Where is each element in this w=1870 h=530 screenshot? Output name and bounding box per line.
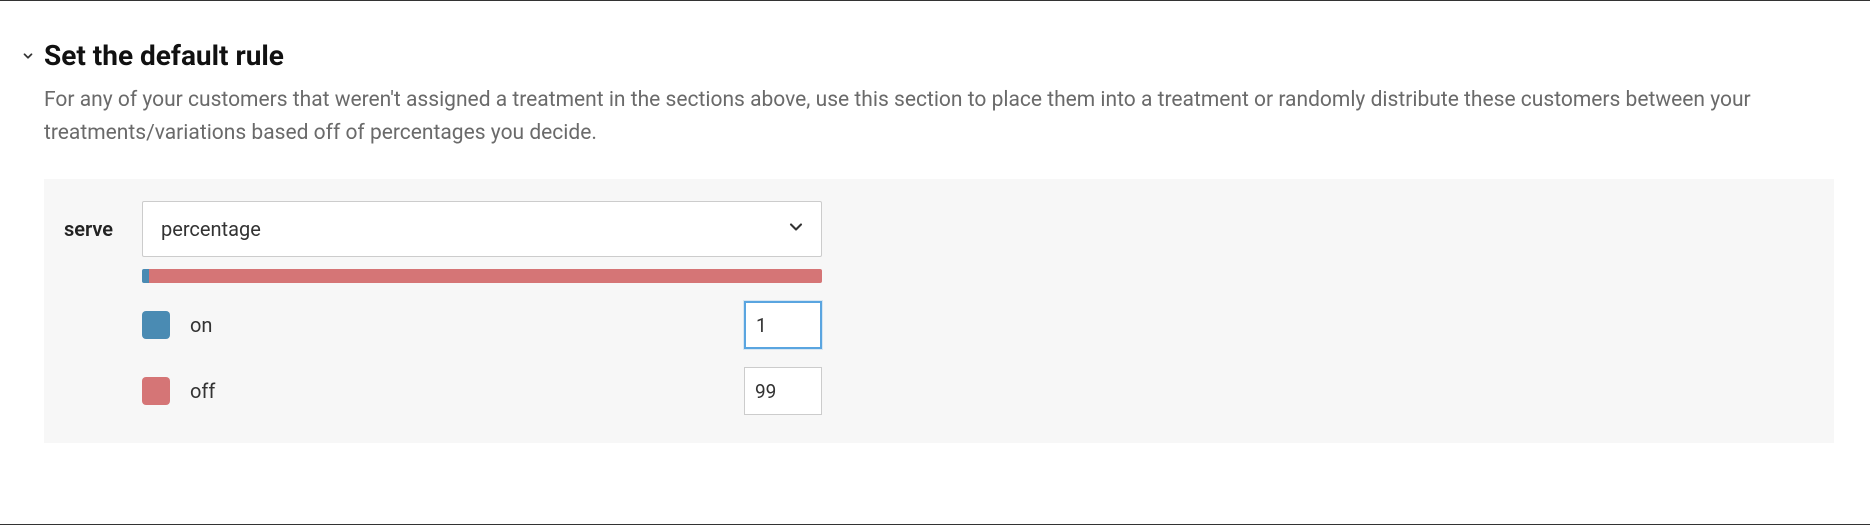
default-rule-section: Set the default rule For any of your cus… — [0, 1, 1870, 443]
serve-select-value: percentage — [161, 217, 261, 241]
serve-select[interactable]: percentage — [142, 201, 822, 257]
treatment-label-on: on — [190, 313, 212, 337]
treatment-row-off: off — [142, 367, 822, 415]
chevron-down-icon — [20, 48, 36, 64]
bar-segment-off — [149, 269, 822, 283]
serve-row: serve percentage — [64, 201, 1814, 257]
default-rule-panel: serve percentage on off — [44, 179, 1834, 443]
percentage-input-on[interactable] — [744, 301, 822, 349]
divider-bottom — [0, 524, 1870, 525]
color-swatch-on — [142, 311, 170, 339]
bar-segment-on — [142, 269, 149, 283]
percentage-input-off[interactable] — [744, 367, 822, 415]
color-swatch-off — [142, 377, 170, 405]
serve-select-wrapper: percentage — [142, 201, 822, 257]
percentage-bar[interactable] — [142, 269, 822, 283]
section-title: Set the default rule — [44, 39, 284, 72]
section-heading-row[interactable]: Set the default rule — [20, 39, 1850, 72]
treatment-row-on: on — [142, 301, 822, 349]
treatment-label-off: off — [190, 379, 215, 403]
section-description: For any of your customers that weren't a… — [44, 84, 1804, 149]
serve-label: serve — [64, 217, 124, 241]
